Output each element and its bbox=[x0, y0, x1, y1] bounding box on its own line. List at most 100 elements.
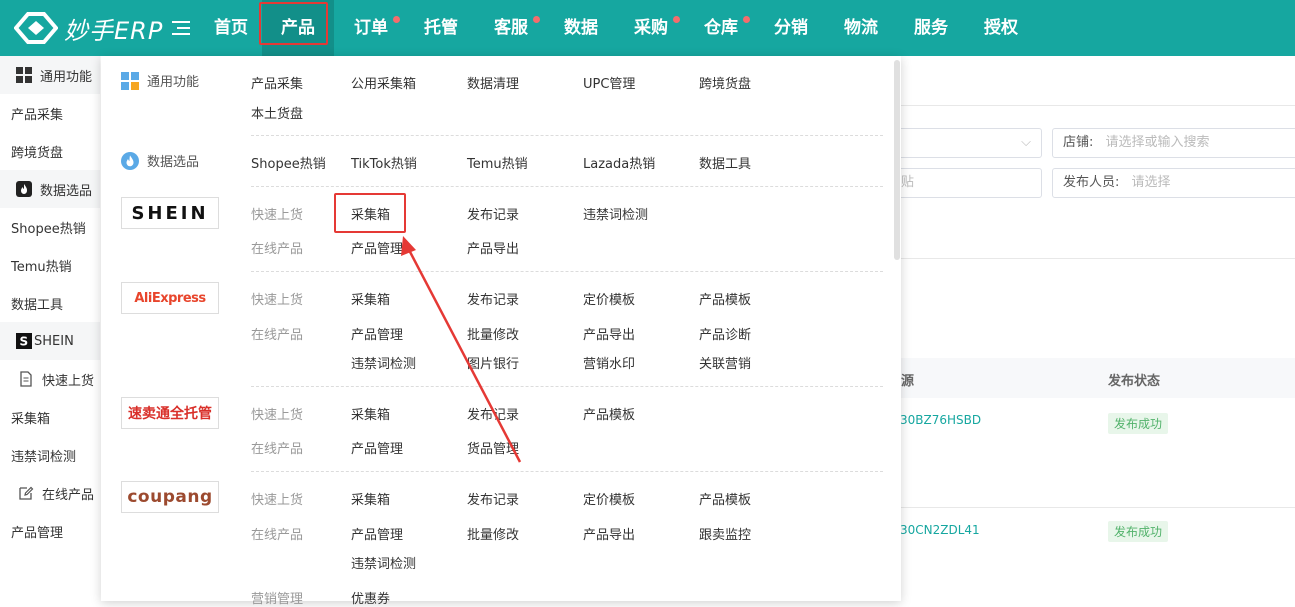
brand-logo-aliexpress: AliExpress bbox=[121, 282, 219, 314]
link-shein-product-management[interactable]: 产品管理 bbox=[351, 238, 403, 257]
nav-customer-service[interactable]: 客服 bbox=[490, 0, 540, 56]
sidebar-item-shopee[interactable]: Shopee热销 bbox=[0, 208, 100, 246]
nav-services[interactable]: 服务 bbox=[910, 0, 952, 56]
notification-dot bbox=[743, 16, 750, 23]
link-public-collect-box[interactable]: 公用采集箱 bbox=[351, 73, 416, 92]
link-local-goods[interactable]: 本土货盘 bbox=[251, 103, 303, 122]
link-ae-product-template[interactable]: 产品模板 bbox=[699, 289, 751, 308]
sidebar-item-data-tools[interactable]: 数据工具 bbox=[0, 284, 100, 322]
link-cp-coupon[interactable]: 优惠券 bbox=[351, 588, 390, 607]
menu-toggle-icon[interactable] bbox=[172, 19, 190, 37]
nav-logistics[interactable]: 物流 bbox=[840, 0, 882, 56]
link-data-cleanup[interactable]: 数据清理 bbox=[467, 73, 519, 92]
link-ae-product-diagnosis[interactable]: 产品诊断 bbox=[699, 324, 751, 343]
publisher-placeholder: 请选择 bbox=[1131, 175, 1171, 190]
sidebar-item-forbidden-words[interactable]: 违禁词检测 bbox=[0, 436, 100, 474]
link-ae-watermark[interactable]: 营销水印 bbox=[583, 353, 635, 372]
sidebar-group-general[interactable]: 通用功能 bbox=[0, 56, 100, 94]
sidebar-group-shein[interactable]: S SHEIN bbox=[0, 322, 100, 360]
link-ae-related-marketing[interactable]: 关联营销 bbox=[699, 353, 751, 372]
nav-authorization[interactable]: 授权 bbox=[980, 0, 1022, 56]
link-lazada-hot[interactable]: Lazada热销 bbox=[583, 153, 655, 172]
link-smt-product-template[interactable]: 产品模板 bbox=[583, 404, 635, 423]
link-cp-publish-record[interactable]: 发布记录 bbox=[467, 489, 519, 508]
link-ae-batch-edit[interactable]: 批量修改 bbox=[467, 324, 519, 343]
sidebar-item-collect-box[interactable]: 采集箱 bbox=[0, 398, 100, 436]
link-ae-publish-record[interactable]: 发布记录 bbox=[467, 289, 519, 308]
link-upc-management[interactable]: UPC管理 bbox=[583, 73, 635, 92]
notification-dot bbox=[393, 16, 400, 23]
notification-dot bbox=[673, 16, 680, 23]
sidebar-item-product-management[interactable]: 产品管理 bbox=[0, 512, 100, 550]
nav-purchase[interactable]: 采购 bbox=[630, 0, 680, 56]
filter-select[interactable]: ⌵ bbox=[890, 128, 1042, 158]
link-shein-publish-record[interactable]: 发布记录 bbox=[467, 204, 519, 223]
link-smt-goods-management[interactable]: 货品管理 bbox=[467, 438, 519, 457]
link-ae-pricing-template[interactable]: 定价模板 bbox=[583, 289, 635, 308]
nav-orders[interactable]: 订单 bbox=[350, 0, 400, 56]
sidebar-item-quick-listing[interactable]: 快速上货 bbox=[0, 360, 100, 398]
link-shein-product-export[interactable]: 产品导出 bbox=[467, 238, 519, 257]
link-cp-batch-edit[interactable]: 批量修改 bbox=[467, 524, 519, 543]
store-select[interactable]: 店铺: 请选择或输入搜索 bbox=[1052, 128, 1295, 158]
category-data: 数据选品 bbox=[121, 151, 199, 170]
link-temu-hot[interactable]: Temu热销 bbox=[467, 153, 528, 172]
category-general: 通用功能 bbox=[121, 71, 199, 90]
collect-box-highlight-box bbox=[334, 193, 406, 233]
nav-data[interactable]: 数据 bbox=[560, 0, 602, 56]
nav-hosting[interactable]: 托管 bbox=[420, 0, 462, 56]
link-ae-forbidden-words[interactable]: 违禁词检测 bbox=[351, 353, 416, 372]
brand-logo-coupang: coupang bbox=[121, 481, 219, 513]
filter-input[interactable]: 贴 bbox=[890, 168, 1042, 198]
sidebar-group-data[interactable]: 数据选品 bbox=[0, 170, 100, 208]
row-id[interactable]: 30CN2ZDL41 bbox=[900, 523, 980, 537]
link-cp-collect-box[interactable]: 采集箱 bbox=[351, 489, 390, 508]
nav-distribution[interactable]: 分销 bbox=[770, 0, 812, 56]
link-crossborder-goods[interactable]: 跨境货盘 bbox=[699, 73, 751, 92]
link-cp-product-export[interactable]: 产品导出 bbox=[583, 524, 635, 543]
dropdown-scrollbar[interactable] bbox=[894, 60, 900, 260]
link-cp-pricing-template[interactable]: 定价模板 bbox=[583, 489, 635, 508]
app-logo[interactable]: 妙手ERP bbox=[14, 9, 163, 47]
brand-logo-smt-hosting: 速卖通全托管 bbox=[121, 397, 219, 429]
nav-warehouse[interactable]: 仓库 bbox=[700, 0, 750, 56]
sidebar-item-crossborder[interactable]: 跨境货盘 bbox=[0, 132, 100, 170]
nav-home[interactable]: 首页 bbox=[207, 0, 255, 56]
nav-product-highlight-box bbox=[259, 2, 328, 45]
sidebar-item-online-products[interactable]: 在线产品 bbox=[0, 474, 100, 512]
link-smt-collect-box[interactable]: 采集箱 bbox=[351, 404, 390, 423]
link-cp-product-template[interactable]: 产品模板 bbox=[699, 489, 751, 508]
divider bbox=[251, 186, 883, 187]
link-tiktok-hot[interactable]: TikTok热销 bbox=[351, 153, 417, 172]
row-id[interactable]: 30BZ76HSBD bbox=[900, 413, 981, 427]
link-smt-product-management[interactable]: 产品管理 bbox=[351, 438, 403, 457]
link-ae-collect-box[interactable]: 采集箱 bbox=[351, 289, 390, 308]
link-shopee-hot[interactable]: Shopee热销 bbox=[251, 153, 326, 172]
link-ae-product-export[interactable]: 产品导出 bbox=[583, 324, 635, 343]
link-product-collect[interactable]: 产品采集 bbox=[251, 73, 303, 92]
link-cp-product-management[interactable]: 产品管理 bbox=[351, 524, 403, 543]
section-label-quick-listing: 快速上货 bbox=[251, 293, 304, 308]
top-navbar: 妙手ERP 首页 产品 订单 托管 客服 数据 采购 仓库 分销 物流 服务 授… bbox=[0, 0, 1295, 56]
filter-input-text: 贴 bbox=[901, 175, 915, 190]
link-cp-forbidden-words[interactable]: 违禁词检测 bbox=[351, 553, 416, 572]
document-icon bbox=[20, 371, 32, 387]
logo-text: 妙手ERP bbox=[64, 16, 164, 45]
link-ae-product-management[interactable]: 产品管理 bbox=[351, 324, 403, 343]
section-label-quick-listing: 快速上货 bbox=[251, 208, 304, 223]
section-label-online-products: 在线产品 bbox=[251, 528, 304, 543]
link-ae-image-bank[interactable]: 图片银行 bbox=[467, 353, 519, 372]
brand-logo-shein: SHEIN bbox=[121, 197, 219, 229]
link-data-tools[interactable]: 数据工具 bbox=[699, 153, 751, 172]
publisher-select[interactable]: 发布人员: 请选择 bbox=[1052, 168, 1295, 198]
chevron-down-icon: ⌵ bbox=[1021, 135, 1031, 150]
logo-icon bbox=[14, 12, 58, 44]
section-label-marketing: 营销管理 bbox=[251, 592, 304, 607]
sidebar-item-temu[interactable]: Temu热销 bbox=[0, 246, 100, 284]
sidebar-item-product-collect[interactable]: 产品采集 bbox=[0, 94, 100, 132]
divider bbox=[251, 471, 883, 472]
link-cp-follow-sell-monitor[interactable]: 跟卖监控 bbox=[699, 524, 751, 543]
link-smt-publish-record[interactable]: 发布记录 bbox=[467, 404, 519, 423]
section-label-online-products: 在线产品 bbox=[251, 442, 304, 457]
link-shein-forbidden-words[interactable]: 违禁词检测 bbox=[583, 204, 648, 223]
